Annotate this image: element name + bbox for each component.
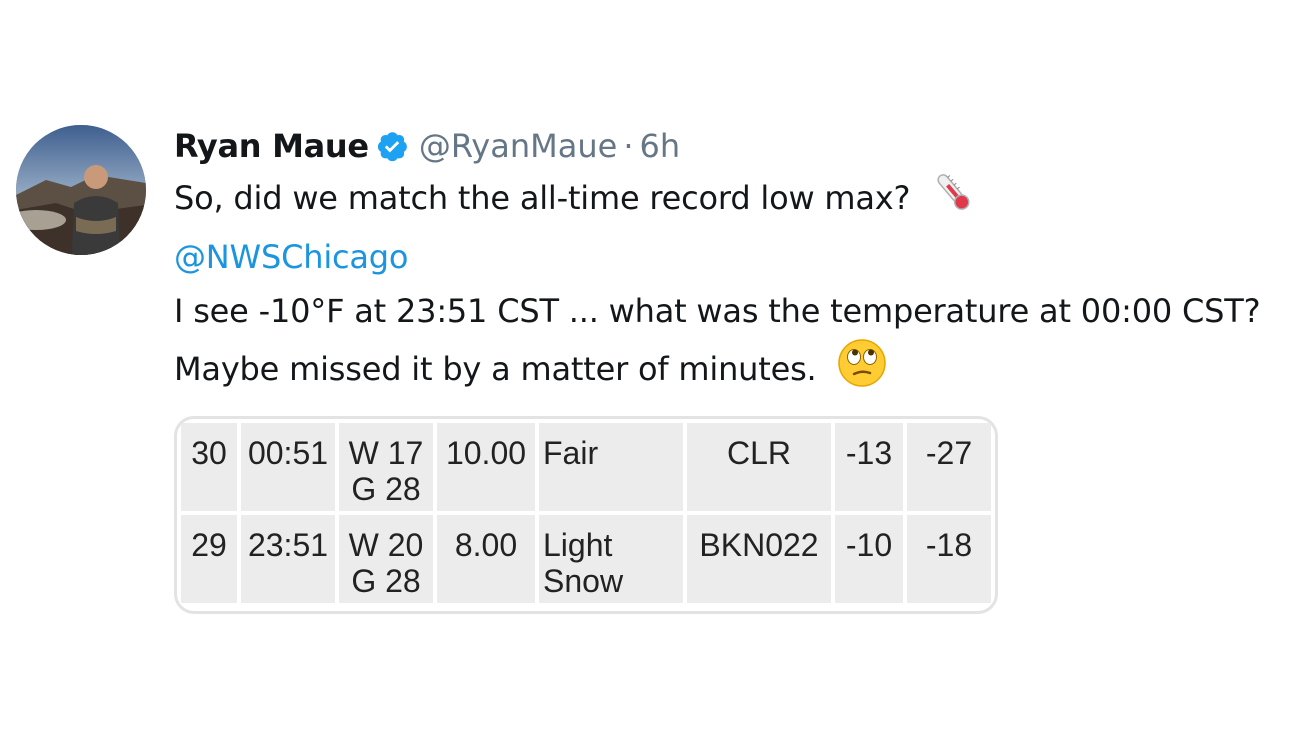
tweet-text: So, did we match the all-time record low…	[174, 179, 911, 217]
tweet-text: I see -10°F at 23:51 CST ... what was th…	[174, 292, 1261, 330]
gust-value: G 28	[351, 471, 421, 507]
dewpoint-cell: -27	[907, 423, 991, 511]
day-cell: 29	[181, 515, 237, 603]
mention-link[interactable]: @NWSChicago	[174, 238, 409, 276]
day-cell: 30	[181, 423, 237, 511]
face-with-rolling-eyes-icon	[837, 338, 887, 404]
weather-cell: Light Snow	[539, 515, 683, 603]
verified-badge-icon	[375, 129, 409, 163]
tweet-header: Ryan Maue @RyanMaue · 6h	[174, 122, 1294, 170]
tweet-text-line: Maybe missed it by a matter of minutes.	[174, 338, 1294, 404]
sky-cell: BKN022	[687, 515, 831, 603]
visibility-cell: 8.00	[437, 515, 535, 603]
user-handle[interactable]: @RyanMaue	[419, 127, 618, 165]
weather-value: Light	[543, 527, 613, 563]
weather-observation-table[interactable]: 30 00:51 W 17 G 28 10.00 Fair CLR -13 -2…	[174, 416, 998, 614]
sky-cell: CLR	[687, 423, 831, 511]
avatar[interactable]	[16, 125, 146, 255]
display-name[interactable]: Ryan Maue	[174, 127, 369, 165]
time-cell: 23:51	[241, 515, 335, 603]
profile-photo-icon	[16, 125, 146, 255]
weather-value: Fair	[543, 435, 599, 471]
visibility-cell: 10.00	[437, 423, 535, 511]
tweet-text: Maybe missed it by a matter of minutes.	[174, 350, 817, 388]
temperature-cell: -13	[835, 423, 903, 511]
dewpoint-cell: -18	[907, 515, 991, 603]
tweet-text-line: So, did we match the all-time record low…	[174, 170, 1294, 230]
tweet-text-line: @NWSChicago	[174, 230, 1294, 284]
tweet-content: Ryan Maue @RyanMaue · 6h So, did we matc…	[174, 122, 1294, 404]
wind-cell: W 20 G 28	[339, 515, 433, 603]
weather-value-line2: Snow	[543, 563, 624, 599]
table-row: 30 00:51 W 17 G 28 10.00 Fair CLR -13 -2…	[181, 423, 991, 511]
table-row: 29 23:51 W 20 G 28 8.00 Light Snow BKN02…	[181, 515, 991, 603]
time-cell: 00:51	[241, 423, 335, 511]
separator-dot: ·	[623, 127, 634, 165]
weather-cell: Fair	[539, 423, 683, 511]
wind-value: W 17	[348, 435, 424, 471]
temperature-cell: -10	[835, 515, 903, 603]
wind-cell: W 17 G 28	[339, 423, 433, 511]
tweet-text-line: I see -10°F at 23:51 CST ... what was th…	[174, 284, 1294, 338]
wind-value: W 20	[348, 527, 424, 563]
gust-value: G 28	[351, 563, 421, 599]
tweet-timestamp[interactable]: 6h	[639, 127, 680, 165]
thermometer-icon	[930, 170, 974, 230]
